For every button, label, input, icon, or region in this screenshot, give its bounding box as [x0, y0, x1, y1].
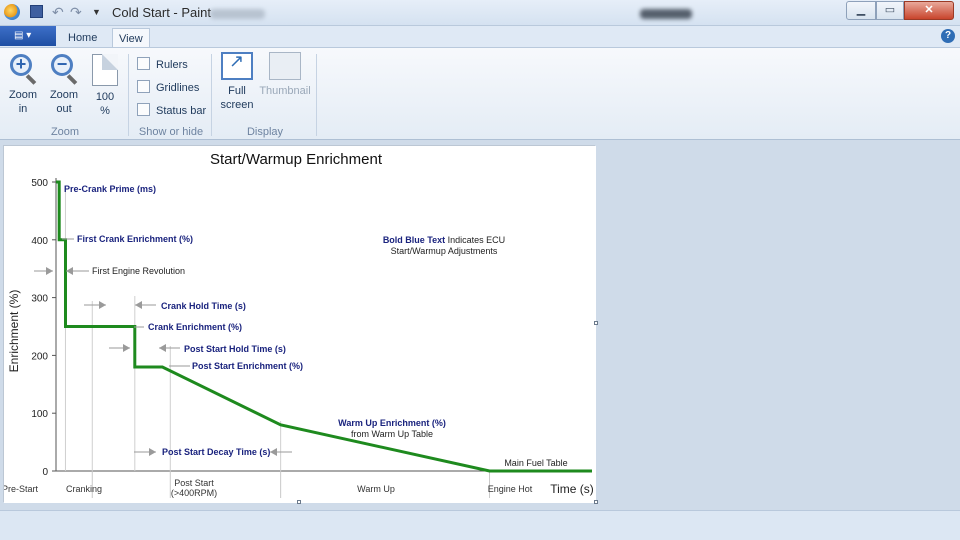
workspace-bottom [0, 510, 960, 540]
paint-menu-button[interactable]: ▤ ▾ [0, 26, 56, 46]
paint-app-icon[interactable] [4, 4, 20, 20]
status-bar-label: Status bar [156, 105, 207, 117]
annotation-label: Post Start Decay Time (s) [162, 447, 270, 457]
resize-handle[interactable] [594, 321, 598, 325]
window-title: Cold Start - Paint [112, 5, 211, 20]
resize-handle[interactable] [297, 500, 301, 504]
show-hide-group-label: Show or hide [138, 126, 204, 138]
phase-label: Post Start [174, 478, 214, 488]
enrichment-chart: Start/Warmup Enrichment Enrichment (%) T… [4, 146, 596, 503]
annotation-label: Pre-Crank Prime (ms) [64, 184, 156, 194]
zoom-out-label: Zoom out [49, 89, 79, 115]
status-bar-checkbox[interactable]: Status bar [137, 103, 206, 118]
zoom-out-button[interactable]: − Zoom out [45, 54, 83, 116]
zoom-in-icon: + [8, 54, 38, 85]
phase-label: Warm Up [357, 484, 395, 494]
rulers-checkbox[interactable]: Rulers [137, 57, 188, 72]
zoom-group-label: Zoom [50, 126, 80, 138]
y-tick-label: 200 [31, 351, 48, 362]
thumbnail-icon [269, 52, 301, 80]
phase-label: Pre-Start [4, 484, 39, 494]
chevron-down-icon[interactable]: ▼ [92, 4, 108, 20]
x-axis-label: Time (s) [550, 482, 594, 496]
full-screen-label: Full screen [220, 85, 254, 111]
zoom-in-label: Zoom in [8, 89, 38, 115]
ribbon-view: + Zoom in − Zoom out 100 % Zoom Rulers G… [0, 47, 960, 140]
zoom-out-icon: − [49, 54, 79, 85]
zoom-100-label: 100 % [95, 91, 115, 117]
phase-label: Cranking [66, 484, 102, 494]
gridlines-checkbox[interactable]: Gridlines [137, 80, 199, 95]
legend-note-line2: Start/Warmup Adjustments [391, 246, 498, 256]
legend-note-line1: Bold Blue Text Indicates ECU [383, 235, 505, 245]
checkbox-box[interactable] [137, 57, 150, 70]
tab-view[interactable]: View [112, 28, 150, 48]
annotation-label: Crank Hold Time (s) [161, 301, 246, 311]
annotation-label: Crank Enrichment (%) [148, 322, 242, 332]
y-tick-label: 100 [31, 409, 48, 420]
y-axis-label: Enrichment (%) [7, 290, 21, 373]
chart-title: Start/Warmup Enrichment [210, 151, 383, 168]
group-divider [128, 54, 129, 136]
y-tick-label: 500 [31, 178, 48, 189]
tab-home[interactable]: Home [62, 28, 103, 48]
blurred-region [640, 9, 692, 19]
annotation-label: First Engine Revolution [92, 266, 185, 276]
group-divider [211, 54, 212, 136]
checkbox-box[interactable] [137, 103, 150, 116]
annotation-label: Post Start Hold Time (s) [184, 344, 286, 354]
help-icon[interactable]: ? [941, 29, 955, 43]
maximize-button[interactable]: ▭ [876, 1, 904, 20]
y-tick-label: 400 [31, 236, 48, 247]
zoom-in-button[interactable]: + Zoom in [4, 54, 42, 116]
zoom-100-button[interactable]: 100 % [87, 54, 123, 118]
phase-label: Engine Hot [488, 484, 533, 494]
title-bar: ↶ ↷ ▼ Cold Start - Paint ▁ ▭ ✕ [0, 0, 960, 26]
gridlines-label: Gridlines [156, 82, 200, 94]
display-group-label: Display [246, 126, 284, 138]
redo-icon[interactable]: ↷ [70, 4, 86, 20]
blurred-region [210, 9, 265, 19]
full-screen-button[interactable]: Full screen [216, 52, 258, 112]
phase-label: (>400RPM) [171, 488, 217, 498]
thumbnail-button[interactable]: Thumbnail [258, 52, 312, 98]
undo-icon[interactable]: ↶ [52, 4, 68, 20]
annotation-label: from Warm Up Table [351, 429, 433, 439]
rulers-label: Rulers [156, 59, 188, 71]
minimize-button[interactable]: ▁ [846, 1, 876, 20]
annotation-label: Warm Up Enrichment (%) [338, 418, 446, 428]
save-icon[interactable] [30, 5, 43, 18]
annotation-label: Main Fuel Table [504, 458, 567, 468]
paint-canvas[interactable]: Start/Warmup Enrichment Enrichment (%) T… [3, 145, 596, 503]
close-button[interactable]: ✕ [904, 1, 954, 20]
thumbnail-label: Thumbnail [259, 85, 311, 97]
annotation-label: Post Start Enrichment (%) [192, 361, 303, 371]
group-divider [316, 54, 317, 136]
full-screen-icon [221, 52, 253, 80]
annotation-label: First Crank Enrichment (%) [77, 234, 193, 244]
resize-handle[interactable] [594, 500, 598, 504]
chart-background [4, 146, 596, 503]
y-tick-label: 300 [31, 294, 48, 305]
page-icon [92, 54, 118, 86]
checkbox-box[interactable] [137, 80, 150, 93]
y-tick-label: 0 [42, 467, 48, 478]
